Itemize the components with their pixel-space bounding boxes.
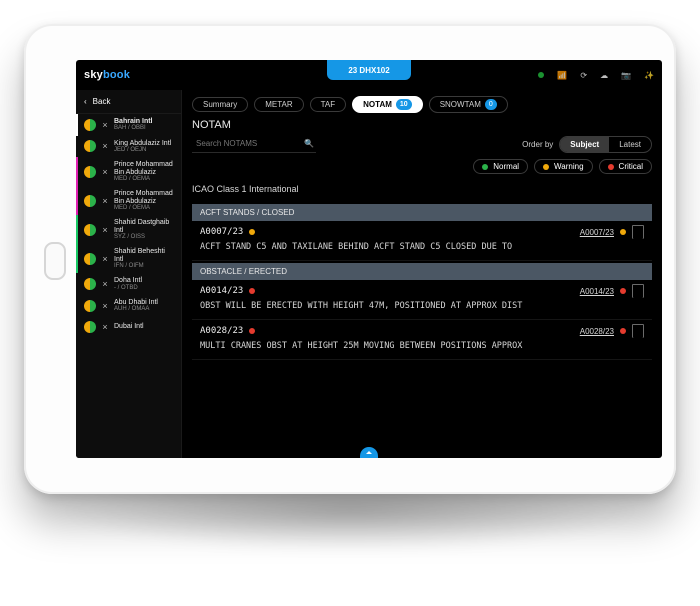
notam-id: A0028/23: [200, 326, 243, 336]
flight-dock[interactable]: 23 DHX102: [327, 60, 411, 80]
legend-warning[interactable]: Warning: [534, 159, 593, 174]
legend-critical[interactable]: Critical: [599, 159, 652, 174]
tablet-home-button[interactable]: [44, 242, 66, 280]
notam-ref-link[interactable]: A0028/23: [580, 327, 614, 336]
cloud-icon[interactable]: ☁: [600, 71, 608, 80]
close-icon[interactable]: ×: [101, 301, 109, 311]
notam-text: MULTI CRANES OBST AT HEIGHT 25M MOVING B…: [200, 341, 644, 351]
close-icon[interactable]: ×: [101, 254, 109, 264]
tab-snowtam[interactable]: SNOWTAM0: [429, 96, 508, 113]
legend-normal[interactable]: Normal: [473, 159, 528, 174]
airport-name: Doha Intl: [114, 277, 142, 284]
status-pie-icon: [84, 140, 96, 152]
alert-icon[interactable]: ✨: [644, 71, 654, 80]
snowtam-count-badge: 0: [485, 99, 497, 110]
airport-name: Shahid Dastghaib Intl: [114, 219, 175, 234]
bookmark-icon[interactable]: [632, 324, 644, 338]
airport-code: - / OTBD: [114, 285, 142, 291]
order-subject[interactable]: Subject: [560, 137, 609, 152]
severity-dot-icon: [249, 229, 255, 235]
airport-name: Abu Dhabi Intl: [114, 299, 158, 306]
wifi-icon: 📶: [557, 71, 567, 80]
severity-dot-icon: [249, 288, 255, 294]
status-pie-icon: [84, 278, 96, 290]
airport-code: IFN / OIFM: [114, 263, 175, 269]
camera-icon[interactable]: 📷: [621, 71, 631, 80]
sidebar-airport[interactable]: × Shahid Beheshti IntlIFN / OIFM: [76, 244, 181, 273]
airport-name: Prince Mohammad Bin Abdulaziz: [114, 161, 175, 176]
status-pie-icon: [84, 321, 96, 333]
search-input[interactable]: [194, 138, 298, 149]
notam-group-header: ACFT STANDS / CLOSED: [192, 204, 652, 221]
sidebar-airport[interactable]: × Shahid Dastghaib IntlSYZ / OISS: [76, 215, 181, 244]
airport-name: Bahrain Intl: [114, 118, 153, 125]
bookmark-icon[interactable]: [632, 225, 644, 239]
notam-group-header: OBSTACLE / ERECTED: [192, 263, 652, 280]
close-icon[interactable]: ×: [101, 279, 109, 289]
sidebar-airport[interactable]: × King Abdulaziz IntlJED / OEJN: [76, 136, 181, 158]
airport-code: JED / OEJN: [114, 147, 171, 153]
notam-id: A0014/23: [200, 286, 243, 296]
tab-notam[interactable]: NOTAM10: [352, 96, 423, 113]
order-segmented[interactable]: Subject Latest: [559, 136, 652, 153]
airport-code: BAH / OBBI: [114, 125, 153, 131]
severity-dot-icon: [620, 288, 626, 294]
close-icon[interactable]: ×: [101, 322, 109, 332]
severity-dot-icon: [249, 328, 255, 334]
airport-code: AUH / OMAA: [114, 306, 158, 312]
sidebar-airport[interactable]: × Doha Intl- / OTBD: [76, 273, 181, 295]
notam-count-badge: 10: [396, 99, 412, 110]
notam-ref-link[interactable]: A0007/23: [580, 228, 614, 237]
status-dot-icon: [538, 72, 544, 78]
airport-code: MED / OEMA: [114, 176, 175, 182]
brand-logo: skybook: [84, 69, 130, 81]
airport-name: King Abdulaziz Intl: [114, 140, 171, 147]
chevron-left-icon: ‹: [84, 97, 87, 106]
search-field[interactable]: 🔍: [192, 135, 316, 153]
notam-item[interactable]: A0028/23 A0028/23 MULTI CRANES OBST AT HEI…: [192, 320, 652, 360]
tab-metar[interactable]: METAR: [254, 97, 303, 112]
status-pie-icon: [84, 195, 96, 207]
airport-name: Dubai Intl: [114, 323, 144, 330]
notam-item[interactable]: A0014/23 A0014/23 OBST WILL BE ERECTED WIT…: [192, 280, 652, 320]
status-pie-icon: [84, 119, 96, 131]
sidebar-airport[interactable]: × Dubai Intl: [76, 317, 181, 337]
close-icon[interactable]: ×: [101, 141, 109, 151]
close-icon[interactable]: ×: [101, 167, 109, 177]
order-label: Order by: [522, 140, 553, 149]
status-pie-icon: [84, 224, 96, 236]
close-icon[interactable]: ×: [101, 196, 109, 206]
status-pie-icon: [84, 300, 96, 312]
airport-code: SYZ / OISS: [114, 234, 175, 240]
airport-name: Prince Mohammad Bin Abdulaziz: [114, 190, 175, 205]
sidebar-airport[interactable]: × Prince Mohammad Bin AbdulazizMED / OEMA: [76, 157, 181, 186]
sidebar-airport[interactable]: × Bahrain IntlBAH / OBBI: [76, 114, 181, 136]
pull-up-handle[interactable]: [360, 447, 378, 458]
notam-ref-link[interactable]: A0014/23: [580, 287, 614, 296]
back-button[interactable]: ‹ Back: [76, 90, 181, 114]
sidebar-airport[interactable]: × Abu Dhabi IntlAUH / OMAA: [76, 295, 181, 317]
sync-icon[interactable]: ⟳: [580, 71, 587, 80]
page-title: NOTAM: [182, 119, 662, 135]
status-pie-icon: [84, 166, 96, 178]
icao-class-line: ICAO Class 1 International: [182, 182, 662, 202]
notam-item[interactable]: A0007/23 A0007/23 ACFT STAND C5 AND TAXILA…: [192, 221, 652, 261]
back-label: Back: [93, 97, 111, 106]
bookmark-icon[interactable]: [632, 284, 644, 298]
airport-name: Shahid Beheshti Intl: [114, 248, 175, 263]
sidebar-airport[interactable]: × Prince Mohammad Bin AbdulazizMED / OEMA: [76, 186, 181, 215]
tab-summary[interactable]: Summary: [192, 97, 248, 112]
severity-dot-icon: [620, 229, 626, 235]
airport-code: MED / OEMA: [114, 205, 175, 211]
status-pie-icon: [84, 253, 96, 265]
notam-text: OBST WILL BE ERECTED WITH HEIGHT 47M, PO…: [200, 301, 644, 311]
search-icon[interactable]: 🔍: [304, 139, 314, 148]
close-icon[interactable]: ×: [101, 225, 109, 235]
order-latest[interactable]: Latest: [609, 137, 651, 152]
notam-id: A0007/23: [200, 227, 243, 237]
notam-text: ACFT STAND C5 AND TAXILANE BEHIND ACFT S…: [200, 242, 644, 252]
tab-taf[interactable]: TAF: [310, 97, 347, 112]
severity-dot-icon: [620, 328, 626, 334]
close-icon[interactable]: ×: [101, 120, 109, 130]
